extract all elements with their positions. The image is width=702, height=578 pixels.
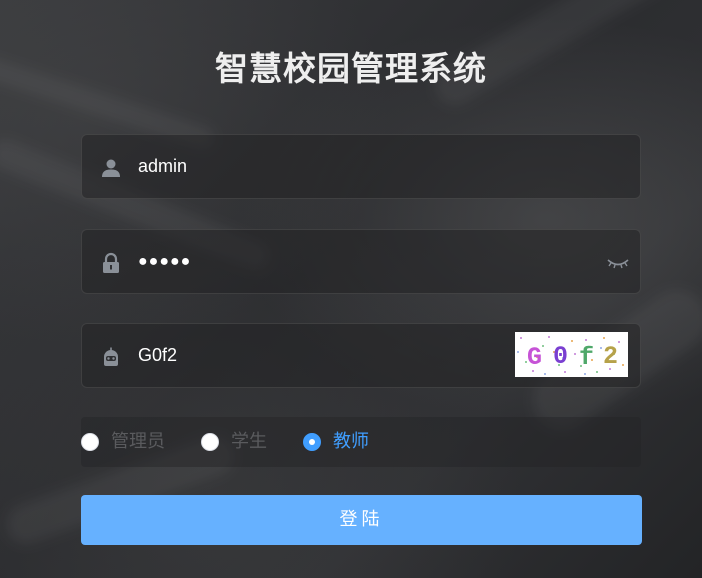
eye-closed-icon[interactable] [606,252,630,272]
user-icon [100,157,122,179]
password-value[interactable]: ●●●●● [138,230,191,293]
captcha-field[interactable]: G0f2 G 0 f 2 [81,323,641,388]
role-label-admin[interactable]: 管理员 [111,417,165,467]
radio-student[interactable] [201,433,219,451]
login-button[interactable]: 登陆 [81,495,642,545]
role-radio-group: 管理员 学生 教师 [81,417,641,467]
role-label-teacher[interactable]: 教师 [333,417,369,467]
lock-icon [100,252,122,274]
captcha-image[interactable]: G 0 f 2 [515,332,628,377]
svg-text:2: 2 [603,342,618,371]
robot-icon [100,346,122,368]
password-field[interactable]: ●●●●● [81,229,641,294]
page-title: 智慧校园管理系统 [215,49,487,88]
svg-text:f: f [579,343,594,372]
username-field[interactable]: admin [81,134,641,199]
username-value[interactable]: admin [138,135,187,198]
captcha-value[interactable]: G0f2 [138,324,177,387]
svg-text:G: G [527,343,542,372]
role-label-student[interactable]: 学生 [231,417,267,467]
svg-text:0: 0 [553,342,568,371]
radio-teacher[interactable] [303,433,321,451]
radio-admin[interactable] [81,433,99,451]
